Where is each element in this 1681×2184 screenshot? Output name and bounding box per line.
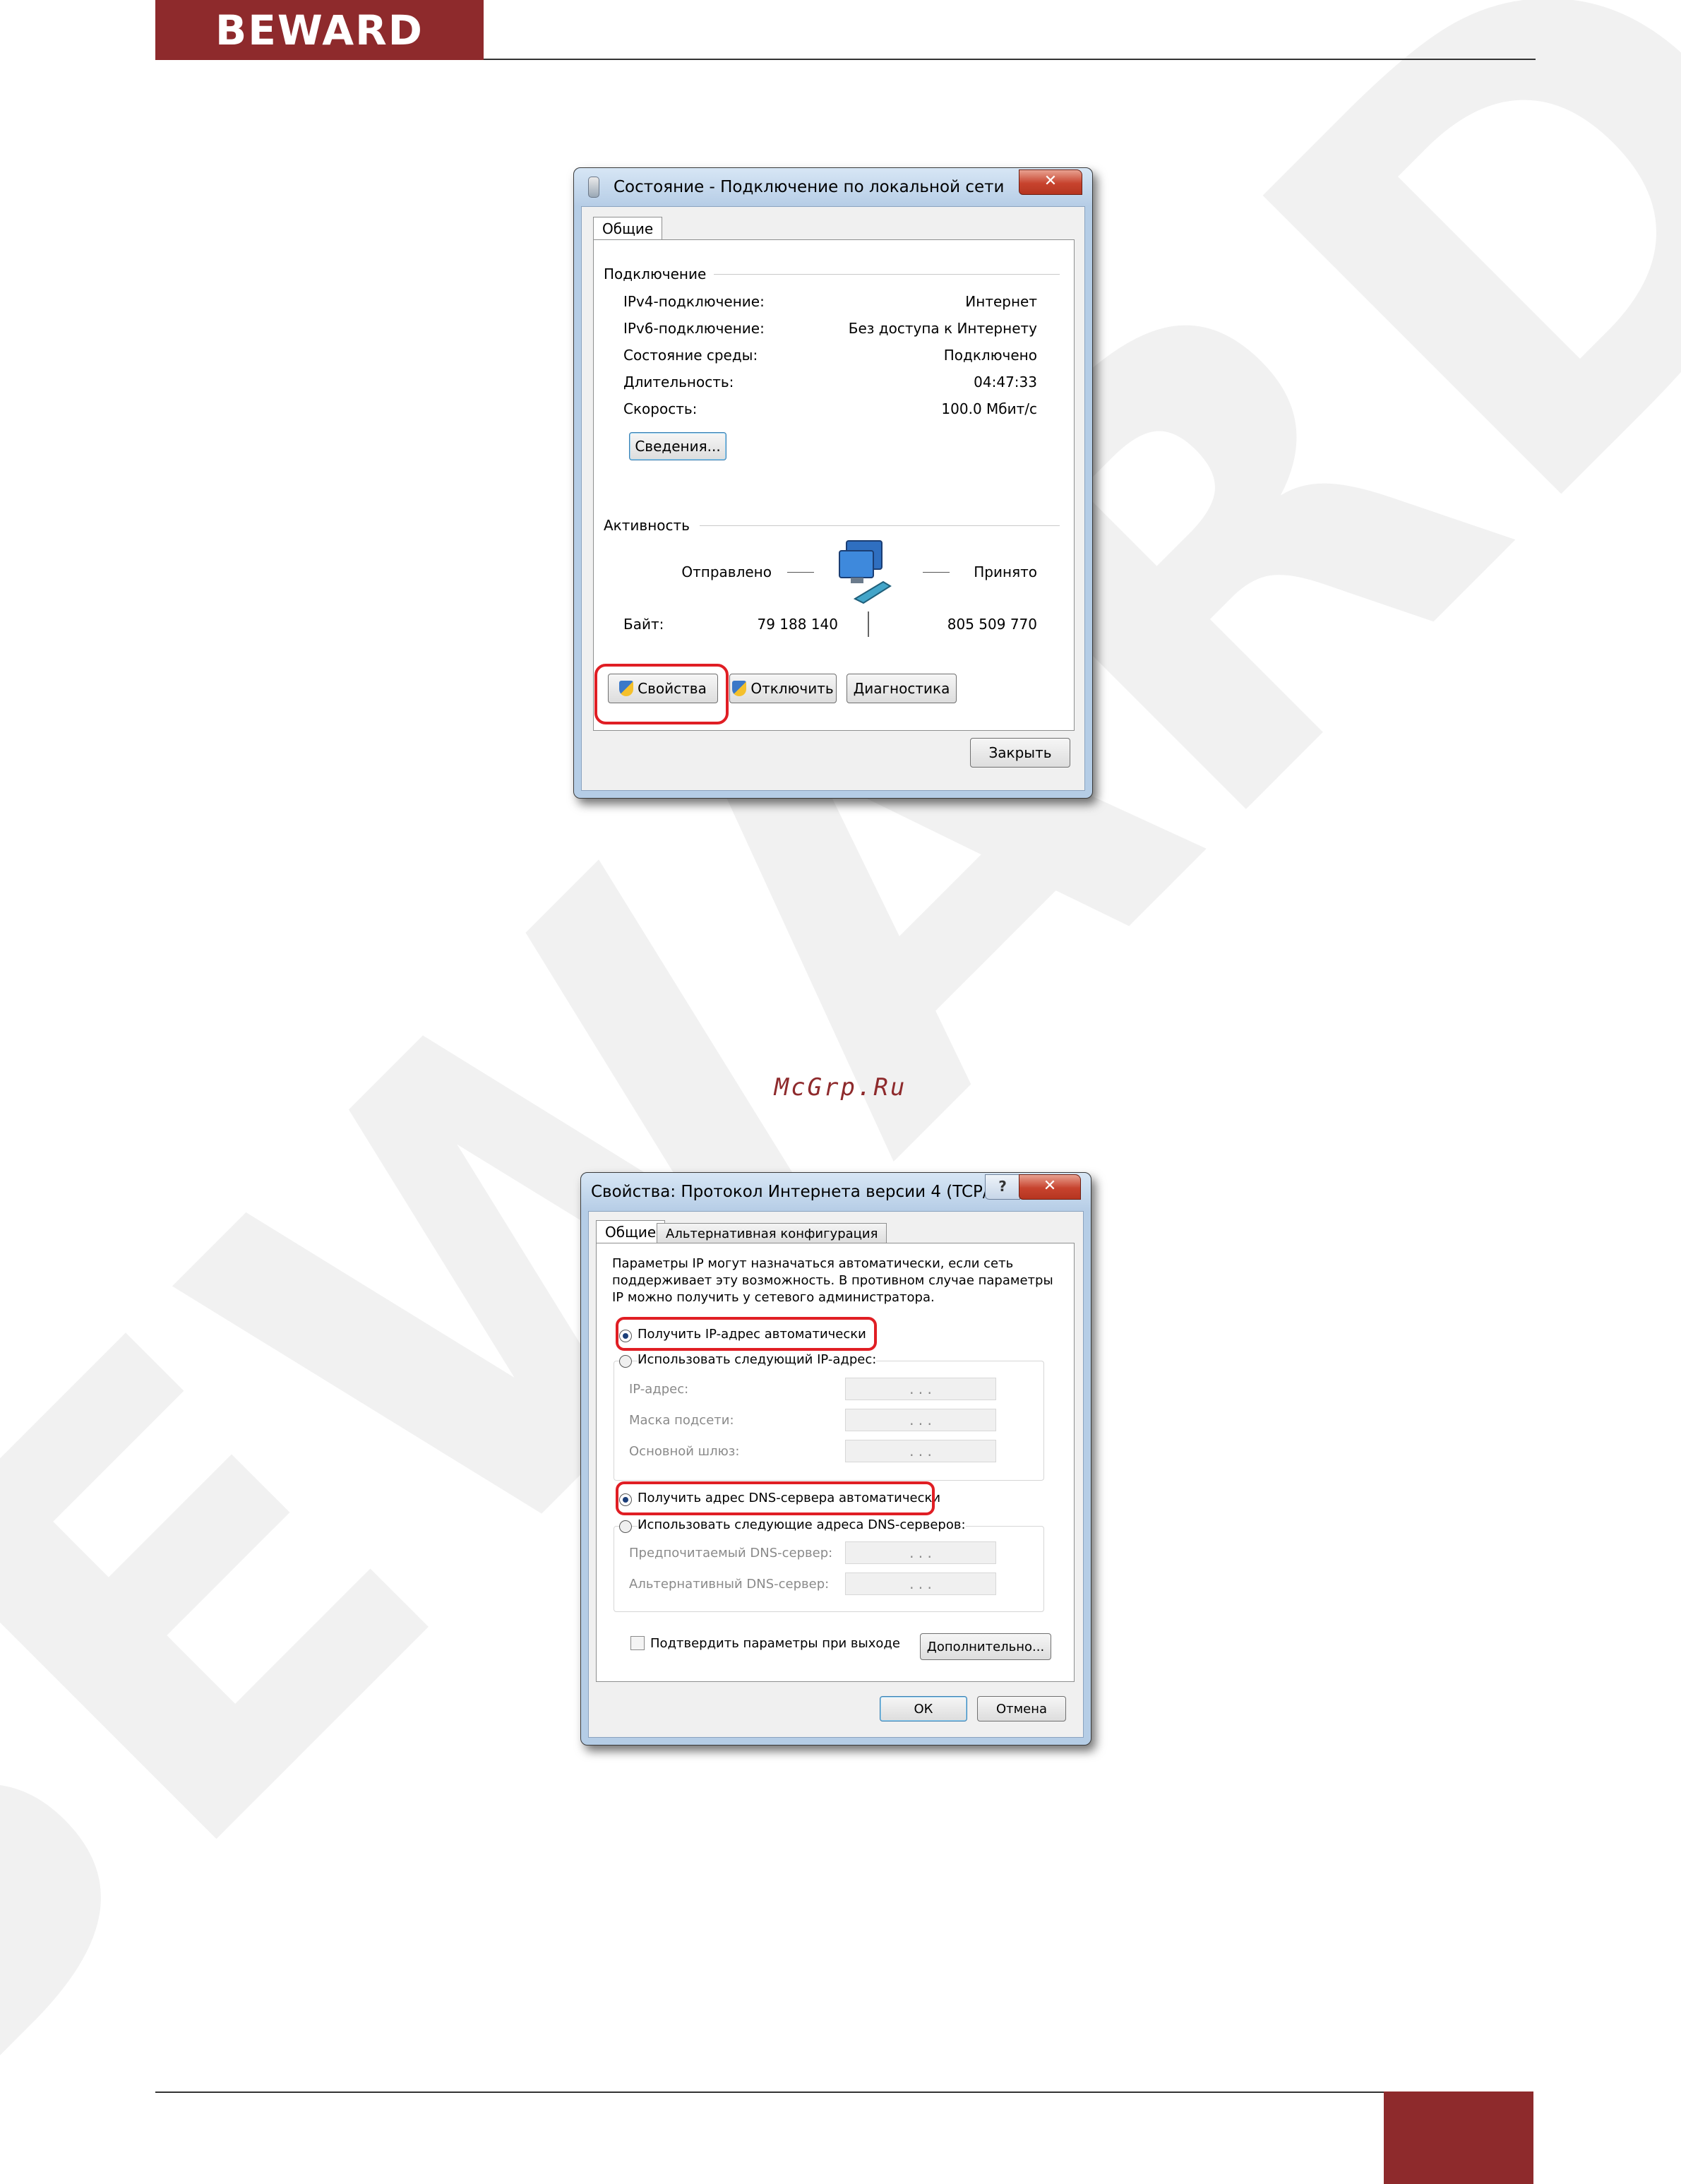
bytes-sent-value: 79 188 140 [757, 616, 838, 633]
media-state-label: Состояние среды: [623, 347, 758, 364]
gateway-field[interactable]: . . . [845, 1440, 996, 1462]
ipv6-connectivity-label: IPv6-подключение: [623, 320, 765, 337]
footer-rule [155, 2091, 1384, 2093]
ipv4-dialog-body: Общие Альтернативная конфигурация Параме… [588, 1211, 1084, 1738]
close-button[interactable]: Закрыть [970, 738, 1070, 768]
tab-general[interactable]: Общие [593, 217, 663, 240]
diagnose-button[interactable]: Диагностика [847, 674, 957, 703]
ipv6-connectivity-value: Без доступа к Интернету [848, 320, 1037, 337]
dns-manual-fieldset [614, 1526, 1044, 1612]
properties-highlight [594, 664, 729, 724]
close-icon[interactable]: ✕ [1019, 1174, 1081, 1200]
activity-group-divider [700, 525, 1060, 526]
subnet-mask-label: Маска подсети: [629, 1413, 734, 1428]
dns-auto-highlight [616, 1481, 935, 1515]
ip-auto-highlight [616, 1317, 877, 1351]
validate-label: Подтвердить параметры при выходе [650, 1636, 900, 1651]
dns-alternate-label: Альтернативный DNS-сервер: [629, 1577, 830, 1592]
dns-alternate-field[interactable]: . . . [845, 1573, 996, 1595]
brand-logo: BEWARD [215, 6, 424, 54]
media-state-value: Подключено [943, 347, 1037, 364]
received-label: Принято [974, 563, 1037, 580]
speed-value: 100.0 Мбит/с [941, 400, 1037, 417]
ipv4-dialog-titlebar: Свойства: Протокол Интернета версии 4 (T… [581, 1173, 1091, 1211]
received-line [923, 572, 950, 573]
disable-button-label: Отключить [750, 680, 834, 697]
ip-address-label: IP-адрес: [629, 1382, 689, 1397]
ipv4-tab-panel: Параметры IP могут назначаться автоматич… [596, 1243, 1075, 1682]
ipv4-dialog: Свойства: Протокол Интернета версии 4 (T… [580, 1172, 1091, 1746]
tab-general[interactable]: Общие [596, 1220, 666, 1243]
duration-label: Длительность: [623, 374, 734, 390]
ok-button[interactable]: ОК [880, 1696, 967, 1721]
footer-brand-band [1384, 2091, 1533, 2184]
ip-manual-radio[interactable] [619, 1355, 632, 1368]
header-rule [484, 59, 1536, 60]
ipv4-connectivity-value: Интернет [965, 293, 1037, 310]
bytes-label: Байт: [623, 616, 664, 633]
speed-label: Скорость: [623, 400, 698, 417]
description-line-1: Параметры IP могут назначаться автоматич… [612, 1256, 1014, 1271]
description-line-3: IP можно получить у сетевого администрат… [612, 1290, 935, 1305]
ipv4-dialog-title: Свойства: Протокол Интернета версии 4 (T… [591, 1183, 1029, 1201]
dns-preferred-field[interactable]: . . . [845, 1541, 996, 1564]
gateway-label: Основной шлюз: [629, 1444, 740, 1459]
subnet-mask-field[interactable]: . . . [845, 1409, 996, 1431]
validate-checkbox[interactable] [630, 1636, 645, 1650]
site-mark: McGrp.Ru [774, 1073, 907, 1102]
status-tab-panel: Подключение IPv4-подключение: Интернет I… [593, 239, 1075, 731]
ip-manual-label: Использовать следующий IP-адрес: [638, 1352, 877, 1367]
activity-group-label: Активность [604, 517, 690, 534]
sent-line [787, 572, 814, 573]
dns-preferred-label: Предпочитаемый DNS-сервер: [629, 1546, 833, 1561]
tab-alternate-config[interactable]: Альтернативная конфигурация [657, 1223, 887, 1244]
dns-manual-label: Использовать следующие адреса DNS-сервер… [638, 1517, 966, 1532]
bytes-received-value: 805 509 770 [947, 616, 1037, 633]
details-button[interactable]: Сведения... [629, 432, 726, 460]
dns-manual-radio[interactable] [619, 1520, 632, 1533]
help-icon[interactable]: ? [985, 1174, 1020, 1200]
cancel-button[interactable]: Отмена [977, 1696, 1066, 1721]
ipv4-connectivity-label: IPv4-подключение: [623, 293, 765, 310]
close-icon[interactable]: ✕ [1019, 169, 1082, 195]
connection-group-label: Подключение [604, 265, 707, 282]
uac-shield-icon [732, 681, 747, 696]
advanced-button[interactable]: Дополнительно... [920, 1633, 1051, 1660]
status-dialog-title: Состояние - Подключение по локальной сет… [614, 178, 1005, 196]
network-adapter-icon [588, 177, 599, 198]
bytes-divider [868, 611, 869, 637]
ip-address-field[interactable]: . . . [845, 1378, 996, 1400]
status-dialog-titlebar: Состояние - Подключение по локальной сет… [574, 168, 1092, 206]
disable-button[interactable]: Отключить [729, 674, 837, 703]
description-line-2: поддерживает эту возможность. В противно… [612, 1273, 1053, 1288]
connection-group-divider [714, 274, 1060, 275]
duration-value: 04:47:33 [974, 374, 1037, 390]
sent-label: Отправлено [681, 563, 772, 580]
network-computers-icon [839, 540, 892, 604]
